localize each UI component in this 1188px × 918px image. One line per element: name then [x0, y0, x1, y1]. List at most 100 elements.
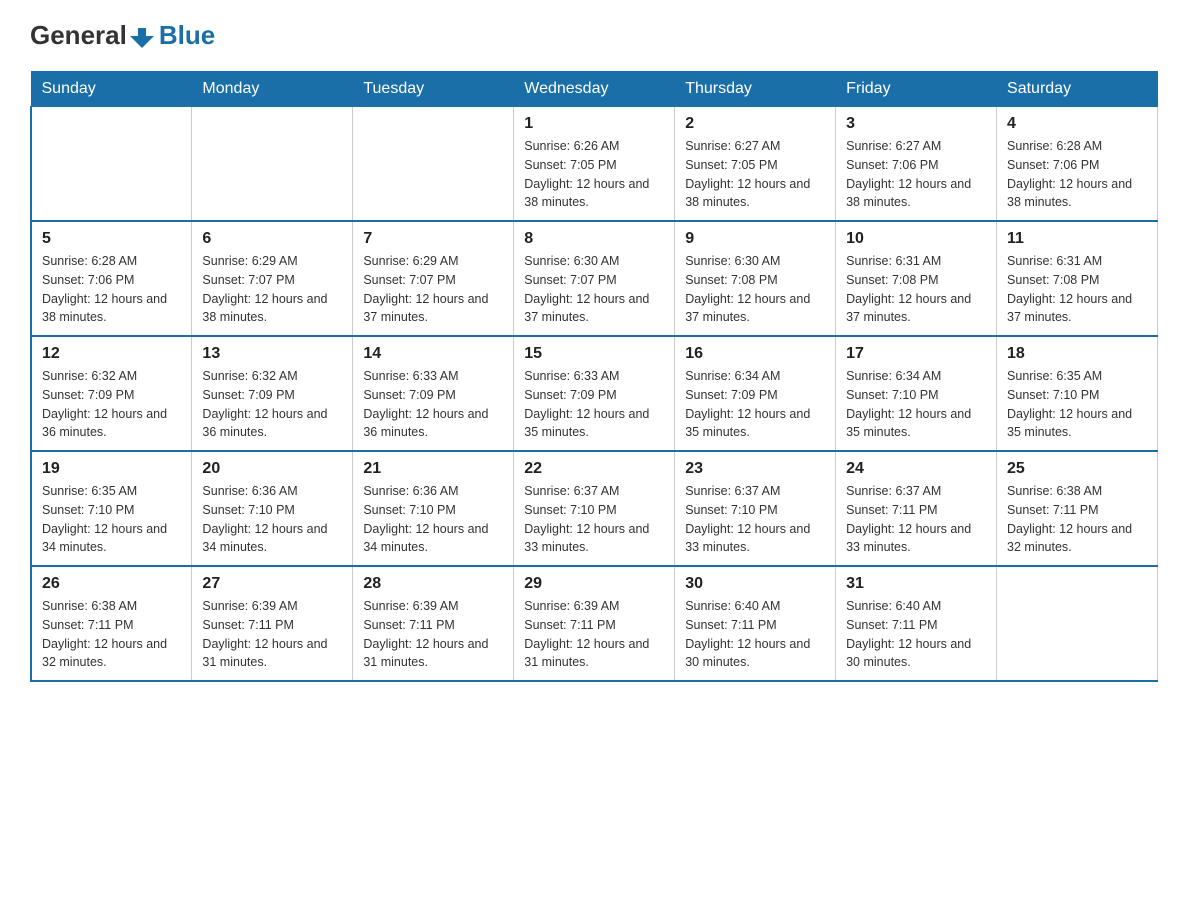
day-cell: 26 Sunrise: 6:38 AM Sunset: 7:11 PM Dayli…	[31, 566, 192, 681]
day-cell: 17 Sunrise: 6:34 AM Sunset: 7:10 PM Dayli…	[836, 336, 997, 451]
day-number: 22	[524, 460, 664, 478]
day-number: 4	[1007, 115, 1147, 133]
day-info: Sunrise: 6:35 AM Sunset: 7:10 PM Dayligh…	[1007, 367, 1147, 442]
day-number: 3	[846, 115, 986, 133]
day-info: Sunrise: 6:32 AM Sunset: 7:09 PM Dayligh…	[42, 367, 181, 442]
day-info: Sunrise: 6:31 AM Sunset: 7:08 PM Dayligh…	[1007, 252, 1147, 327]
day-info: Sunrise: 6:27 AM Sunset: 7:05 PM Dayligh…	[685, 137, 825, 212]
day-number: 26	[42, 575, 181, 593]
day-number: 17	[846, 345, 986, 363]
day-number: 18	[1007, 345, 1147, 363]
day-number: 13	[202, 345, 342, 363]
day-info: Sunrise: 6:36 AM Sunset: 7:10 PM Dayligh…	[202, 482, 342, 557]
header-cell-friday: Friday	[836, 72, 997, 107]
day-number: 8	[524, 230, 664, 248]
header-cell-tuesday: Tuesday	[353, 72, 514, 107]
day-number: 24	[846, 460, 986, 478]
day-number: 14	[363, 345, 503, 363]
day-cell: 28 Sunrise: 6:39 AM Sunset: 7:11 PM Dayli…	[353, 566, 514, 681]
day-number: 28	[363, 575, 503, 593]
day-cell: 27 Sunrise: 6:39 AM Sunset: 7:11 PM Dayli…	[192, 566, 353, 681]
day-number: 21	[363, 460, 503, 478]
day-number: 23	[685, 460, 825, 478]
day-cell: 30Sunrise: 6:40 AM Sunset: 7:11 PM Dayli…	[675, 566, 836, 681]
day-info: Sunrise: 6:33 AM Sunset: 7:09 PM Dayligh…	[363, 367, 503, 442]
day-info: Sunrise: 6:37 AM Sunset: 7:10 PM Dayligh…	[524, 482, 664, 557]
day-number: 2	[685, 115, 825, 133]
header-cell-saturday: Saturday	[997, 72, 1158, 107]
day-cell: 21 Sunrise: 6:36 AM Sunset: 7:10 PM Dayli…	[353, 451, 514, 566]
day-info: Sunrise: 6:28 AM Sunset: 7:06 PM Dayligh…	[42, 252, 181, 327]
day-number: 20	[202, 460, 342, 478]
header-row: SundayMondayTuesdayWednesdayThursdayFrid…	[31, 72, 1158, 107]
day-info: Sunrise: 6:36 AM Sunset: 7:10 PM Dayligh…	[363, 482, 503, 557]
day-cell: 5 Sunrise: 6:28 AM Sunset: 7:06 PM Daylig…	[31, 221, 192, 336]
day-number: 7	[363, 230, 503, 248]
day-number: 5	[42, 230, 181, 248]
day-info: Sunrise: 6:29 AM Sunset: 7:07 PM Dayligh…	[363, 252, 503, 327]
day-info: Sunrise: 6:39 AM Sunset: 7:11 PM Dayligh…	[202, 597, 342, 672]
day-info: Sunrise: 6:39 AM Sunset: 7:11 PM Dayligh…	[524, 597, 664, 672]
day-cell: 4Sunrise: 6:28 AM Sunset: 7:06 PM Daylig…	[997, 107, 1158, 222]
day-cell: 11Sunrise: 6:31 AM Sunset: 7:08 PM Dayli…	[997, 221, 1158, 336]
day-cell: 25Sunrise: 6:38 AM Sunset: 7:11 PM Dayli…	[997, 451, 1158, 566]
day-cell: 20 Sunrise: 6:36 AM Sunset: 7:10 PM Dayli…	[192, 451, 353, 566]
day-info: Sunrise: 6:37 AM Sunset: 7:10 PM Dayligh…	[685, 482, 825, 557]
header-cell-thursday: Thursday	[675, 72, 836, 107]
day-number: 6	[202, 230, 342, 248]
header-cell-wednesday: Wednesday	[514, 72, 675, 107]
day-info: Sunrise: 6:39 AM Sunset: 7:11 PM Dayligh…	[363, 597, 503, 672]
day-info: Sunrise: 6:38 AM Sunset: 7:11 PM Dayligh…	[42, 597, 181, 672]
day-info: Sunrise: 6:35 AM Sunset: 7:10 PM Dayligh…	[42, 482, 181, 557]
logo-text-general: General	[30, 20, 127, 51]
day-cell: 10Sunrise: 6:31 AM Sunset: 7:08 PM Dayli…	[836, 221, 997, 336]
day-info: Sunrise: 6:32 AM Sunset: 7:09 PM Dayligh…	[202, 367, 342, 442]
day-cell: 15 Sunrise: 6:33 AM Sunset: 7:09 PM Dayli…	[514, 336, 675, 451]
day-info: Sunrise: 6:38 AM Sunset: 7:11 PM Dayligh…	[1007, 482, 1147, 557]
calendar-body: 1Sunrise: 6:26 AM Sunset: 7:05 PM Daylig…	[31, 107, 1158, 682]
day-cell: 6 Sunrise: 6:29 AM Sunset: 7:07 PM Daylig…	[192, 221, 353, 336]
week-row-1: 1Sunrise: 6:26 AM Sunset: 7:05 PM Daylig…	[31, 107, 1158, 222]
day-info: Sunrise: 6:30 AM Sunset: 7:07 PM Dayligh…	[524, 252, 664, 327]
header-cell-sunday: Sunday	[31, 72, 192, 107]
day-number: 15	[524, 345, 664, 363]
day-info: Sunrise: 6:34 AM Sunset: 7:09 PM Dayligh…	[685, 367, 825, 442]
calendar-header: SundayMondayTuesdayWednesdayThursdayFrid…	[31, 72, 1158, 107]
day-info: Sunrise: 6:29 AM Sunset: 7:07 PM Dayligh…	[202, 252, 342, 327]
week-row-3: 12Sunrise: 6:32 AM Sunset: 7:09 PM Dayli…	[31, 336, 1158, 451]
day-cell: 29 Sunrise: 6:39 AM Sunset: 7:11 PM Dayli…	[514, 566, 675, 681]
day-number: 31	[846, 575, 986, 593]
day-cell	[353, 107, 514, 222]
day-cell: 23 Sunrise: 6:37 AM Sunset: 7:10 PM Dayli…	[675, 451, 836, 566]
day-info: Sunrise: 6:33 AM Sunset: 7:09 PM Dayligh…	[524, 367, 664, 442]
day-cell: 12Sunrise: 6:32 AM Sunset: 7:09 PM Dayli…	[31, 336, 192, 451]
day-info: Sunrise: 6:40 AM Sunset: 7:11 PM Dayligh…	[846, 597, 986, 672]
day-cell: 18 Sunrise: 6:35 AM Sunset: 7:10 PM Dayli…	[997, 336, 1158, 451]
day-info: Sunrise: 6:34 AM Sunset: 7:10 PM Dayligh…	[846, 367, 986, 442]
day-cell: 22 Sunrise: 6:37 AM Sunset: 7:10 PM Dayli…	[514, 451, 675, 566]
calendar-table: SundayMondayTuesdayWednesdayThursdayFrid…	[30, 71, 1158, 682]
day-number: 29	[524, 575, 664, 593]
day-cell: 16 Sunrise: 6:34 AM Sunset: 7:09 PM Dayli…	[675, 336, 836, 451]
week-row-4: 19Sunrise: 6:35 AM Sunset: 7:10 PM Dayli…	[31, 451, 1158, 566]
day-cell: 8 Sunrise: 6:30 AM Sunset: 7:07 PM Daylig…	[514, 221, 675, 336]
day-cell: 2 Sunrise: 6:27 AM Sunset: 7:05 PM Daylig…	[675, 107, 836, 222]
day-cell	[997, 566, 1158, 681]
day-number: 1	[524, 115, 664, 133]
day-cell: 3 Sunrise: 6:27 AM Sunset: 7:06 PM Daylig…	[836, 107, 997, 222]
day-cell: 24Sunrise: 6:37 AM Sunset: 7:11 PM Dayli…	[836, 451, 997, 566]
day-info: Sunrise: 6:27 AM Sunset: 7:06 PM Dayligh…	[846, 137, 986, 212]
day-number: 30	[685, 575, 825, 593]
logo-text-blue: Blue	[159, 20, 215, 51]
day-cell: 31 Sunrise: 6:40 AM Sunset: 7:11 PM Dayli…	[836, 566, 997, 681]
day-number: 9	[685, 230, 825, 248]
day-cell: 14 Sunrise: 6:33 AM Sunset: 7:09 PM Dayli…	[353, 336, 514, 451]
day-cell	[31, 107, 192, 222]
header-cell-monday: Monday	[192, 72, 353, 107]
week-row-2: 5 Sunrise: 6:28 AM Sunset: 7:06 PM Daylig…	[31, 221, 1158, 336]
logo: General Blue	[30, 20, 215, 51]
week-row-5: 26 Sunrise: 6:38 AM Sunset: 7:11 PM Dayli…	[31, 566, 1158, 681]
day-cell: 9Sunrise: 6:30 AM Sunset: 7:08 PM Daylig…	[675, 221, 836, 336]
day-number: 27	[202, 575, 342, 593]
day-number: 16	[685, 345, 825, 363]
